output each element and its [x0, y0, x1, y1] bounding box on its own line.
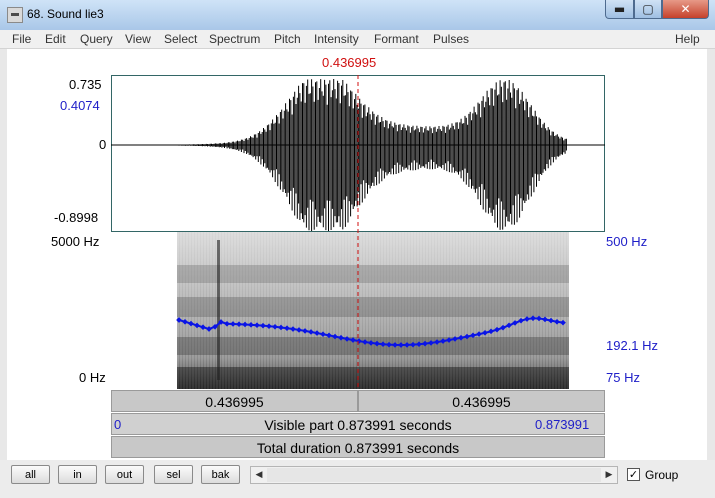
cursor-time-label: 0.436995 — [322, 55, 377, 70]
waveform-min-label: -0.8998 — [54, 210, 99, 225]
menu-help[interactable]: Help — [675, 32, 700, 46]
waveform-max-label: 0.735 — [69, 77, 102, 92]
menu-query[interactable]: Query — [80, 32, 113, 46]
analysis-canvas[interactable] — [111, 75, 605, 389]
menu-pulses[interactable]: Pulses — [433, 32, 469, 46]
menu-intensity[interactable]: Intensity — [314, 32, 359, 46]
menu-pitch[interactable]: Pitch — [274, 32, 301, 46]
zoom-out-button[interactable]: out — [105, 465, 144, 484]
praat-window-icon — [7, 7, 23, 23]
scrollbar-thumb[interactable] — [267, 468, 601, 482]
pitch-bottom-label: 75 Hz — [606, 370, 640, 385]
group-checkbox[interactable]: ✓ — [627, 468, 640, 481]
waveform-zero-label: 0 — [99, 137, 107, 152]
menu-formant[interactable]: Formant — [374, 32, 419, 46]
zoom-back-button[interactable]: bak — [201, 465, 240, 484]
visible-part-row[interactable]: Visible part 0.873991 seconds — [111, 413, 605, 435]
zoom-all-button[interactable]: all — [11, 465, 50, 484]
menu-select[interactable]: Select — [164, 32, 197, 46]
zoom-in-button[interactable]: in — [58, 465, 97, 484]
menu-view[interactable]: View — [125, 32, 151, 46]
menu-edit[interactable]: Edit — [45, 32, 66, 46]
visible-start-label: 0 — [114, 417, 122, 432]
total-duration-row[interactable]: Total duration 0.873991 seconds — [111, 436, 605, 458]
scroll-left-arrow-icon[interactable]: ◀ — [251, 467, 267, 483]
time-segment-right[interactable]: 0.436995 — [358, 390, 605, 412]
pitch-value-label: 192.1 Hz — [606, 338, 659, 353]
spectrogram-bottom-label: 0 Hz — [79, 370, 106, 385]
close-button[interactable]: ✕ — [662, 0, 709, 19]
scroll-right-arrow-icon[interactable]: ▶ — [601, 467, 617, 483]
zoom-selection-button[interactable]: sel — [154, 465, 193, 484]
maximize-button[interactable]: ▢ — [634, 0, 662, 19]
horizontal-scrollbar[interactable]: ◀ ▶ — [250, 466, 618, 484]
visible-part-label: Visible part 0.873991 seconds — [264, 417, 452, 433]
spectrogram-image — [177, 232, 569, 389]
minimize-button[interactable]: ▬ — [605, 0, 634, 19]
menu-bar: File Edit Query View Select Spectrum Pit… — [0, 30, 715, 49]
menu-file[interactable]: File — [12, 32, 31, 46]
visible-end-label: 0.873991 — [535, 417, 590, 432]
title-bar: 68. Sound lie3 ▬ ▢ ✕ — [0, 0, 715, 31]
group-label: Group — [645, 468, 679, 482]
pitch-top-label: 500 Hz — [606, 234, 648, 249]
segment-left-label: 0.436995 — [205, 394, 264, 410]
waveform-cursor-value-label: 0.4074 — [60, 98, 100, 113]
spectrogram-top-label: 5000 Hz — [51, 234, 100, 249]
total-duration-label: Total duration 0.873991 seconds — [256, 440, 460, 456]
time-segment-left[interactable]: 0.436995 — [111, 390, 358, 412]
menu-spectrum[interactable]: Spectrum — [209, 32, 260, 46]
segment-right-label: 0.436995 — [452, 394, 511, 410]
window-title: 68. Sound lie3 — [27, 7, 104, 21]
